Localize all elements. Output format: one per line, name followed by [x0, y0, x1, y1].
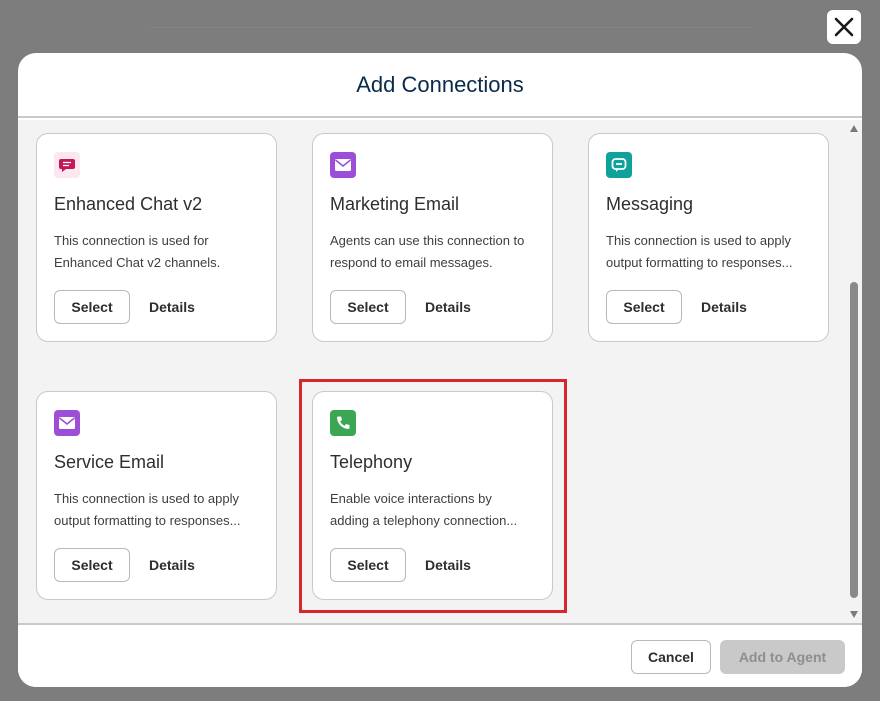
card-description-line: Enhanced Chat v2 channels.	[54, 255, 221, 270]
card-title: Messaging	[606, 194, 694, 214]
close-icon	[834, 17, 854, 37]
close-button[interactable]	[827, 10, 861, 44]
details-link[interactable]: Details	[149, 548, 195, 582]
envelope-icon	[54, 410, 80, 436]
select-button[interactable]: Select	[54, 290, 130, 324]
scrollbar[interactable]	[846, 120, 862, 623]
background-toolbar	[150, 0, 750, 28]
add-connections-modal: Add Connections Enhanced Chat v2 This co…	[18, 53, 862, 687]
messaging-icon	[606, 152, 632, 178]
scroll-up-arrow-icon[interactable]	[850, 125, 858, 132]
scroll-thumb[interactable]	[850, 282, 858, 598]
modal-header: Add Connections	[18, 53, 862, 118]
card-title: Enhanced Chat v2	[54, 194, 203, 214]
details-link[interactable]: Details	[149, 290, 195, 324]
card-description-line: output formatting to responses...	[54, 513, 241, 528]
envelope-icon	[330, 152, 356, 178]
connection-card-messaging: Messaging This connection is used to app…	[588, 133, 829, 342]
modal-body: Enhanced Chat v2 This connection is used…	[18, 120, 862, 623]
scroll-down-arrow-icon[interactable]	[850, 611, 858, 618]
chat-bubble-icon	[54, 152, 80, 178]
modal-title: Add Connections	[356, 71, 524, 97]
connection-card-marketing-email: Marketing Email Agents can use this conn…	[312, 133, 553, 342]
card-title: Service Email	[54, 452, 165, 472]
card-description-line: This connection is used for	[54, 233, 209, 248]
highlight-box	[299, 379, 567, 613]
details-link[interactable]: Details	[701, 290, 747, 324]
connection-card-service-email: Service Email This connection is used to…	[36, 391, 277, 600]
card-description-line: Agents can use this connection to	[330, 233, 525, 248]
card-title: Marketing Email	[330, 194, 460, 214]
add-to-agent-button[interactable]: Add to Agent	[720, 640, 845, 674]
select-button[interactable]: Select	[330, 290, 406, 324]
card-description-line: This connection is used to apply	[606, 233, 791, 248]
card-description-line: respond to email messages.	[330, 255, 493, 270]
modal-footer: Cancel Add to Agent	[18, 623, 862, 687]
select-button[interactable]: Select	[606, 290, 682, 324]
cancel-button[interactable]: Cancel	[631, 640, 711, 674]
details-link[interactable]: Details	[425, 290, 471, 324]
card-description-line: output formatting to responses...	[606, 255, 793, 270]
card-description: Agents can use this connection to respon…	[330, 230, 540, 274]
card-description-line: This connection is used to apply	[54, 491, 239, 506]
card-description: This connection is used to apply output …	[606, 230, 816, 274]
card-description: This connection is used for Enhanced Cha…	[54, 230, 264, 274]
select-button[interactable]: Select	[54, 548, 130, 582]
connection-card-enhanced-chat: Enhanced Chat v2 This connection is used…	[36, 133, 277, 342]
card-description: This connection is used to apply output …	[54, 488, 264, 532]
